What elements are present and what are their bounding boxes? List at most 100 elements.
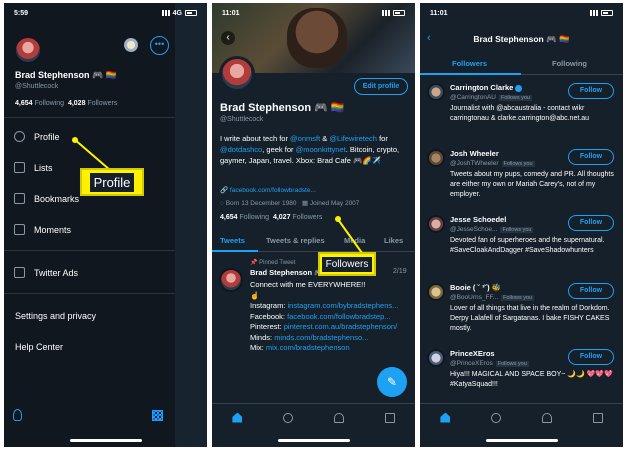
drawer-user-handle: @Shuttlecock (15, 83, 59, 90)
follow-button[interactable]: Follow (568, 215, 614, 231)
tab-followers[interactable]: Followers (452, 59, 487, 68)
profile-handle: @Shuttlecock (220, 116, 264, 123)
facebook-link[interactable]: facebook.com/followbradstep... (287, 312, 390, 321)
profile-screen: 11:01 ‹ Edit profile Brad Stephenson 🎮 🏳… (212, 3, 415, 447)
status-bar: 5:59 4G (4, 3, 207, 23)
follower-handle-row: @JoshTWheeler Follows you (450, 160, 535, 167)
followers-label[interactable]: Followers (292, 214, 322, 221)
home-indicator (485, 439, 558, 442)
profile-avatar[interactable] (219, 56, 255, 92)
secondary-account-avatar[interactable] (122, 36, 140, 54)
pinterest-link[interactable]: pinterest.com.au/bradstephenson/ (284, 322, 397, 331)
profile-avatar[interactable] (14, 36, 42, 64)
status-time: 5:59 (14, 9, 29, 17)
calendar-icon: ▦ (301, 200, 309, 207)
status-bar: 11:01 (212, 3, 415, 23)
tweet-line: Connect with me EVERYWHERE!! (250, 280, 366, 289)
edit-profile-button[interactable]: Edit profile (354, 78, 408, 95)
bio-mention-link[interactable]: @dotdashco (220, 145, 262, 154)
settings-privacy-link[interactable]: Settings and privacy (15, 311, 96, 321)
balloon-icon: ◌ (220, 200, 224, 207)
drawer-overlay[interactable] (175, 3, 207, 447)
follow-button[interactable]: Follow (568, 149, 614, 165)
status-time: 11:01 (222, 9, 240, 17)
following-count[interactable]: 4,654 (220, 214, 238, 221)
tweet-author[interactable]: Brad Stephenson 🎮 (250, 268, 324, 277)
more-accounts-button[interactable]: ••• (150, 36, 169, 55)
followers-count[interactable]: 4,027 (273, 214, 291, 221)
divider (4, 117, 175, 118)
tweet-date: 2/19 (393, 268, 407, 275)
profile-name: Brad Stephenson 🎮 🏳️‍🌈 (220, 102, 345, 114)
tab-tweets[interactable]: Tweets (220, 236, 245, 245)
profile-follow-counts: 4,654 Following 4,027 Followers (220, 214, 322, 221)
followers-count[interactable]: 4,028 (68, 100, 86, 107)
battery-icon (185, 10, 197, 16)
list-icon (14, 162, 25, 173)
tweet-text: Pinterest: (250, 322, 284, 331)
status-bar: 11:01 (420, 3, 623, 23)
help-center-link[interactable]: Help Center (15, 342, 63, 352)
following-label[interactable]: Following (34, 100, 64, 107)
bio-mention-link[interactable]: @moonkittynet (296, 145, 346, 154)
follow-button[interactable]: Follow (568, 283, 614, 299)
follower-handle: @JesseSchoe... (450, 226, 498, 233)
verified-badge-icon (515, 84, 523, 92)
following-count[interactable]: 4,654 (15, 100, 33, 107)
menu-item-profile[interactable]: Profile (14, 131, 60, 142)
tab-following[interactable]: Following (552, 59, 587, 68)
follower-name[interactable]: Booie ( ˘ ³˘) 🐝 (450, 283, 501, 292)
followers-callout: Followers (318, 252, 376, 276)
battery-icon (393, 10, 405, 16)
tweet-avatar[interactable] (219, 268, 243, 292)
followers-label[interactable]: Followers (87, 100, 117, 107)
follower-bio: Devoted fan of superheroes and the super… (450, 237, 605, 254)
menu-item-twitter-ads[interactable]: Twitter Ads (14, 267, 78, 278)
search-icon[interactable] (283, 412, 294, 423)
home-icon[interactable] (232, 412, 243, 423)
follower-avatar[interactable] (427, 149, 445, 167)
tab-likes[interactable]: Likes (384, 236, 403, 245)
follower-name[interactable]: Jesse Schoedel (450, 215, 506, 224)
mix-link[interactable]: mix.com/bradstephenson (266, 343, 350, 352)
drawer-user-name[interactable]: Brad Stephenson 🎮 🏳️‍🌈 (15, 70, 117, 81)
menu-item-bookmarks[interactable]: Bookmarks (14, 193, 79, 204)
notifications-icon[interactable] (333, 412, 344, 423)
pin-icon: 📌 (250, 260, 258, 266)
profile-callout: Profile (80, 168, 144, 196)
follow-button[interactable]: Follow (568, 349, 614, 365)
bio-mention-link[interactable]: @onmsft (290, 134, 320, 143)
notifications-icon[interactable] (541, 412, 552, 423)
website-link[interactable]: facebook.com/followbradste... (230, 187, 316, 194)
instagram-link[interactable]: instagram.com/bybradstephens... (288, 301, 399, 310)
follower-avatar[interactable] (427, 83, 445, 101)
bio-mention-link[interactable]: @Lifewiretech (329, 134, 377, 143)
follower-avatar[interactable] (427, 349, 445, 367)
follow-button[interactable]: Follow (568, 83, 614, 99)
follower-name[interactable]: Carrington Clarke (450, 83, 513, 92)
tweet-emoji: ☝️ (250, 290, 260, 300)
back-button[interactable]: ‹ (221, 31, 235, 45)
profile-bio: I write about tech for @onmsft & @Lifewi… (220, 133, 408, 166)
following-label[interactable]: Following (239, 214, 269, 221)
compose-tweet-button[interactable]: ✎ (377, 367, 407, 397)
messages-icon[interactable] (384, 412, 395, 423)
signal-icon (382, 10, 390, 16)
minds-link[interactable]: minds.com/bradstephenso... (274, 333, 368, 342)
menu-item-moments[interactable]: Moments (14, 224, 71, 235)
follower-name[interactable]: PrinceXEros (450, 349, 495, 358)
qr-code-icon[interactable] (152, 410, 163, 421)
follower-name[interactable]: Josh Wheeler (450, 149, 499, 158)
search-icon[interactable] (491, 412, 502, 423)
menu-item-label: Twitter Ads (34, 267, 79, 278)
tab-tweets-replies[interactable]: Tweets & replies (266, 236, 325, 245)
follower-avatar[interactable] (427, 283, 445, 301)
home-icon[interactable] (440, 412, 451, 423)
messages-icon[interactable] (592, 412, 603, 423)
night-mode-bulb-icon[interactable] (13, 409, 22, 421)
follower-handle-row: @CarringtonAU Follows you (450, 94, 533, 101)
follower-avatar[interactable] (427, 215, 445, 233)
bio-text: , geek for (262, 145, 296, 154)
divider (4, 293, 175, 294)
menu-item-lists[interactable]: Lists (14, 162, 53, 173)
